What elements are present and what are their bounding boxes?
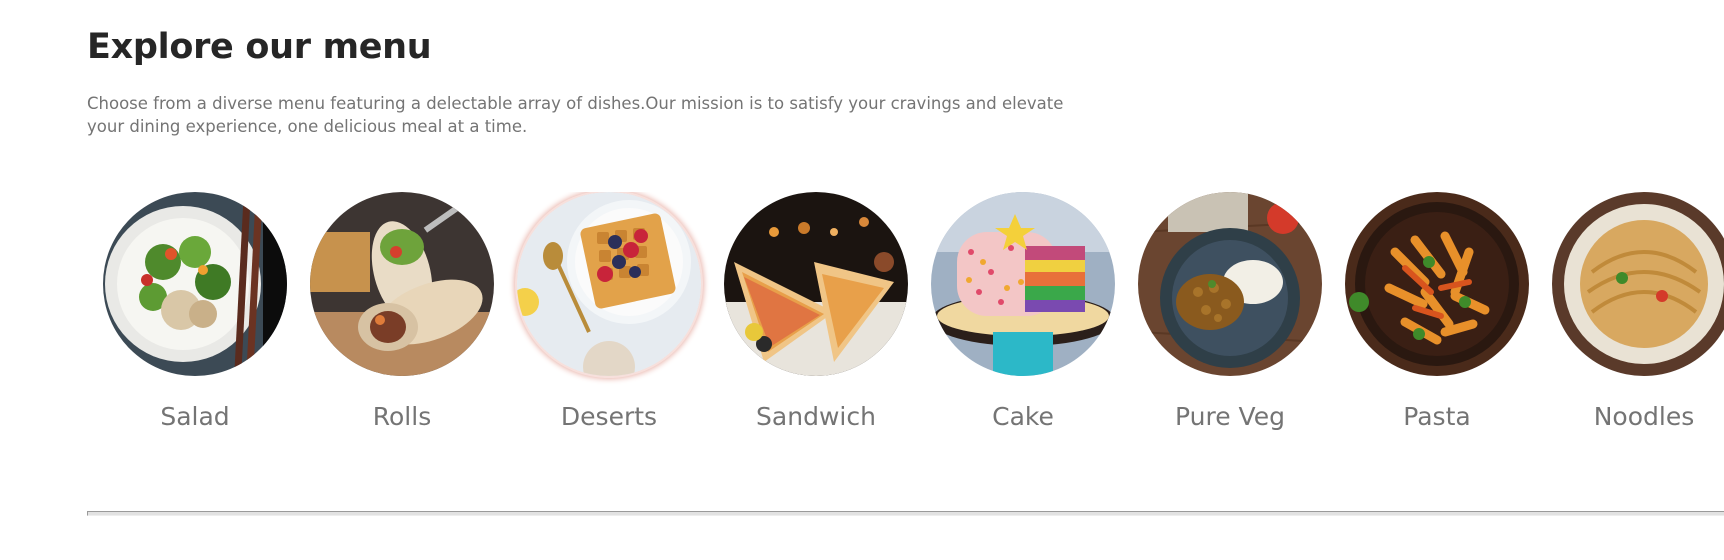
section-description: Choose from a diverse menu featuring a d… (87, 94, 1064, 136)
menu-item-pure-veg[interactable]: Pure Veg (1122, 192, 1322, 431)
sandwich-image[interactable] (724, 192, 908, 376)
menu-item-deserts[interactable]: Deserts (501, 192, 701, 431)
pure-veg-image[interactable] (1138, 192, 1322, 376)
menu-item-label: Sandwich (756, 402, 876, 431)
menu-item-rolls[interactable]: Rolls (294, 192, 494, 431)
menu-item-pasta[interactable]: Pasta (1329, 192, 1529, 431)
menu-item-cake[interactable]: Cake (915, 192, 1115, 431)
menu-item-label: Cake (992, 402, 1054, 431)
salad-image[interactable] (103, 192, 287, 376)
explore-menu-section: Explore our menu Choose from a diverse m… (87, 0, 1724, 560)
menu-item-salad[interactable]: Salad (87, 192, 287, 431)
menu-item-label: Noodles (1593, 402, 1695, 431)
cake-image[interactable] (931, 192, 1115, 376)
menu-item-label: Pure Veg (1175, 402, 1285, 431)
menu-item-label: Pasta (1403, 402, 1471, 431)
deserts-image[interactable] (517, 192, 701, 376)
menu-item-sandwich[interactable]: Sandwich (708, 192, 908, 431)
pasta-image[interactable] (1345, 192, 1529, 376)
menu-item-label: Salad (160, 402, 230, 431)
menu-category-list[interactable]: Salad Rolls Deserts Sandwich Cake Pure V… (87, 192, 1724, 452)
rolls-image[interactable] (310, 192, 494, 376)
menu-item-noodles[interactable]: Noodles (1536, 192, 1724, 431)
section-divider (87, 511, 1724, 516)
menu-item-label: Rolls (372, 402, 432, 431)
menu-item-label: Deserts (560, 402, 658, 431)
noodles-image[interactable] (1552, 192, 1724, 376)
section-title: Explore our menu (87, 27, 432, 67)
